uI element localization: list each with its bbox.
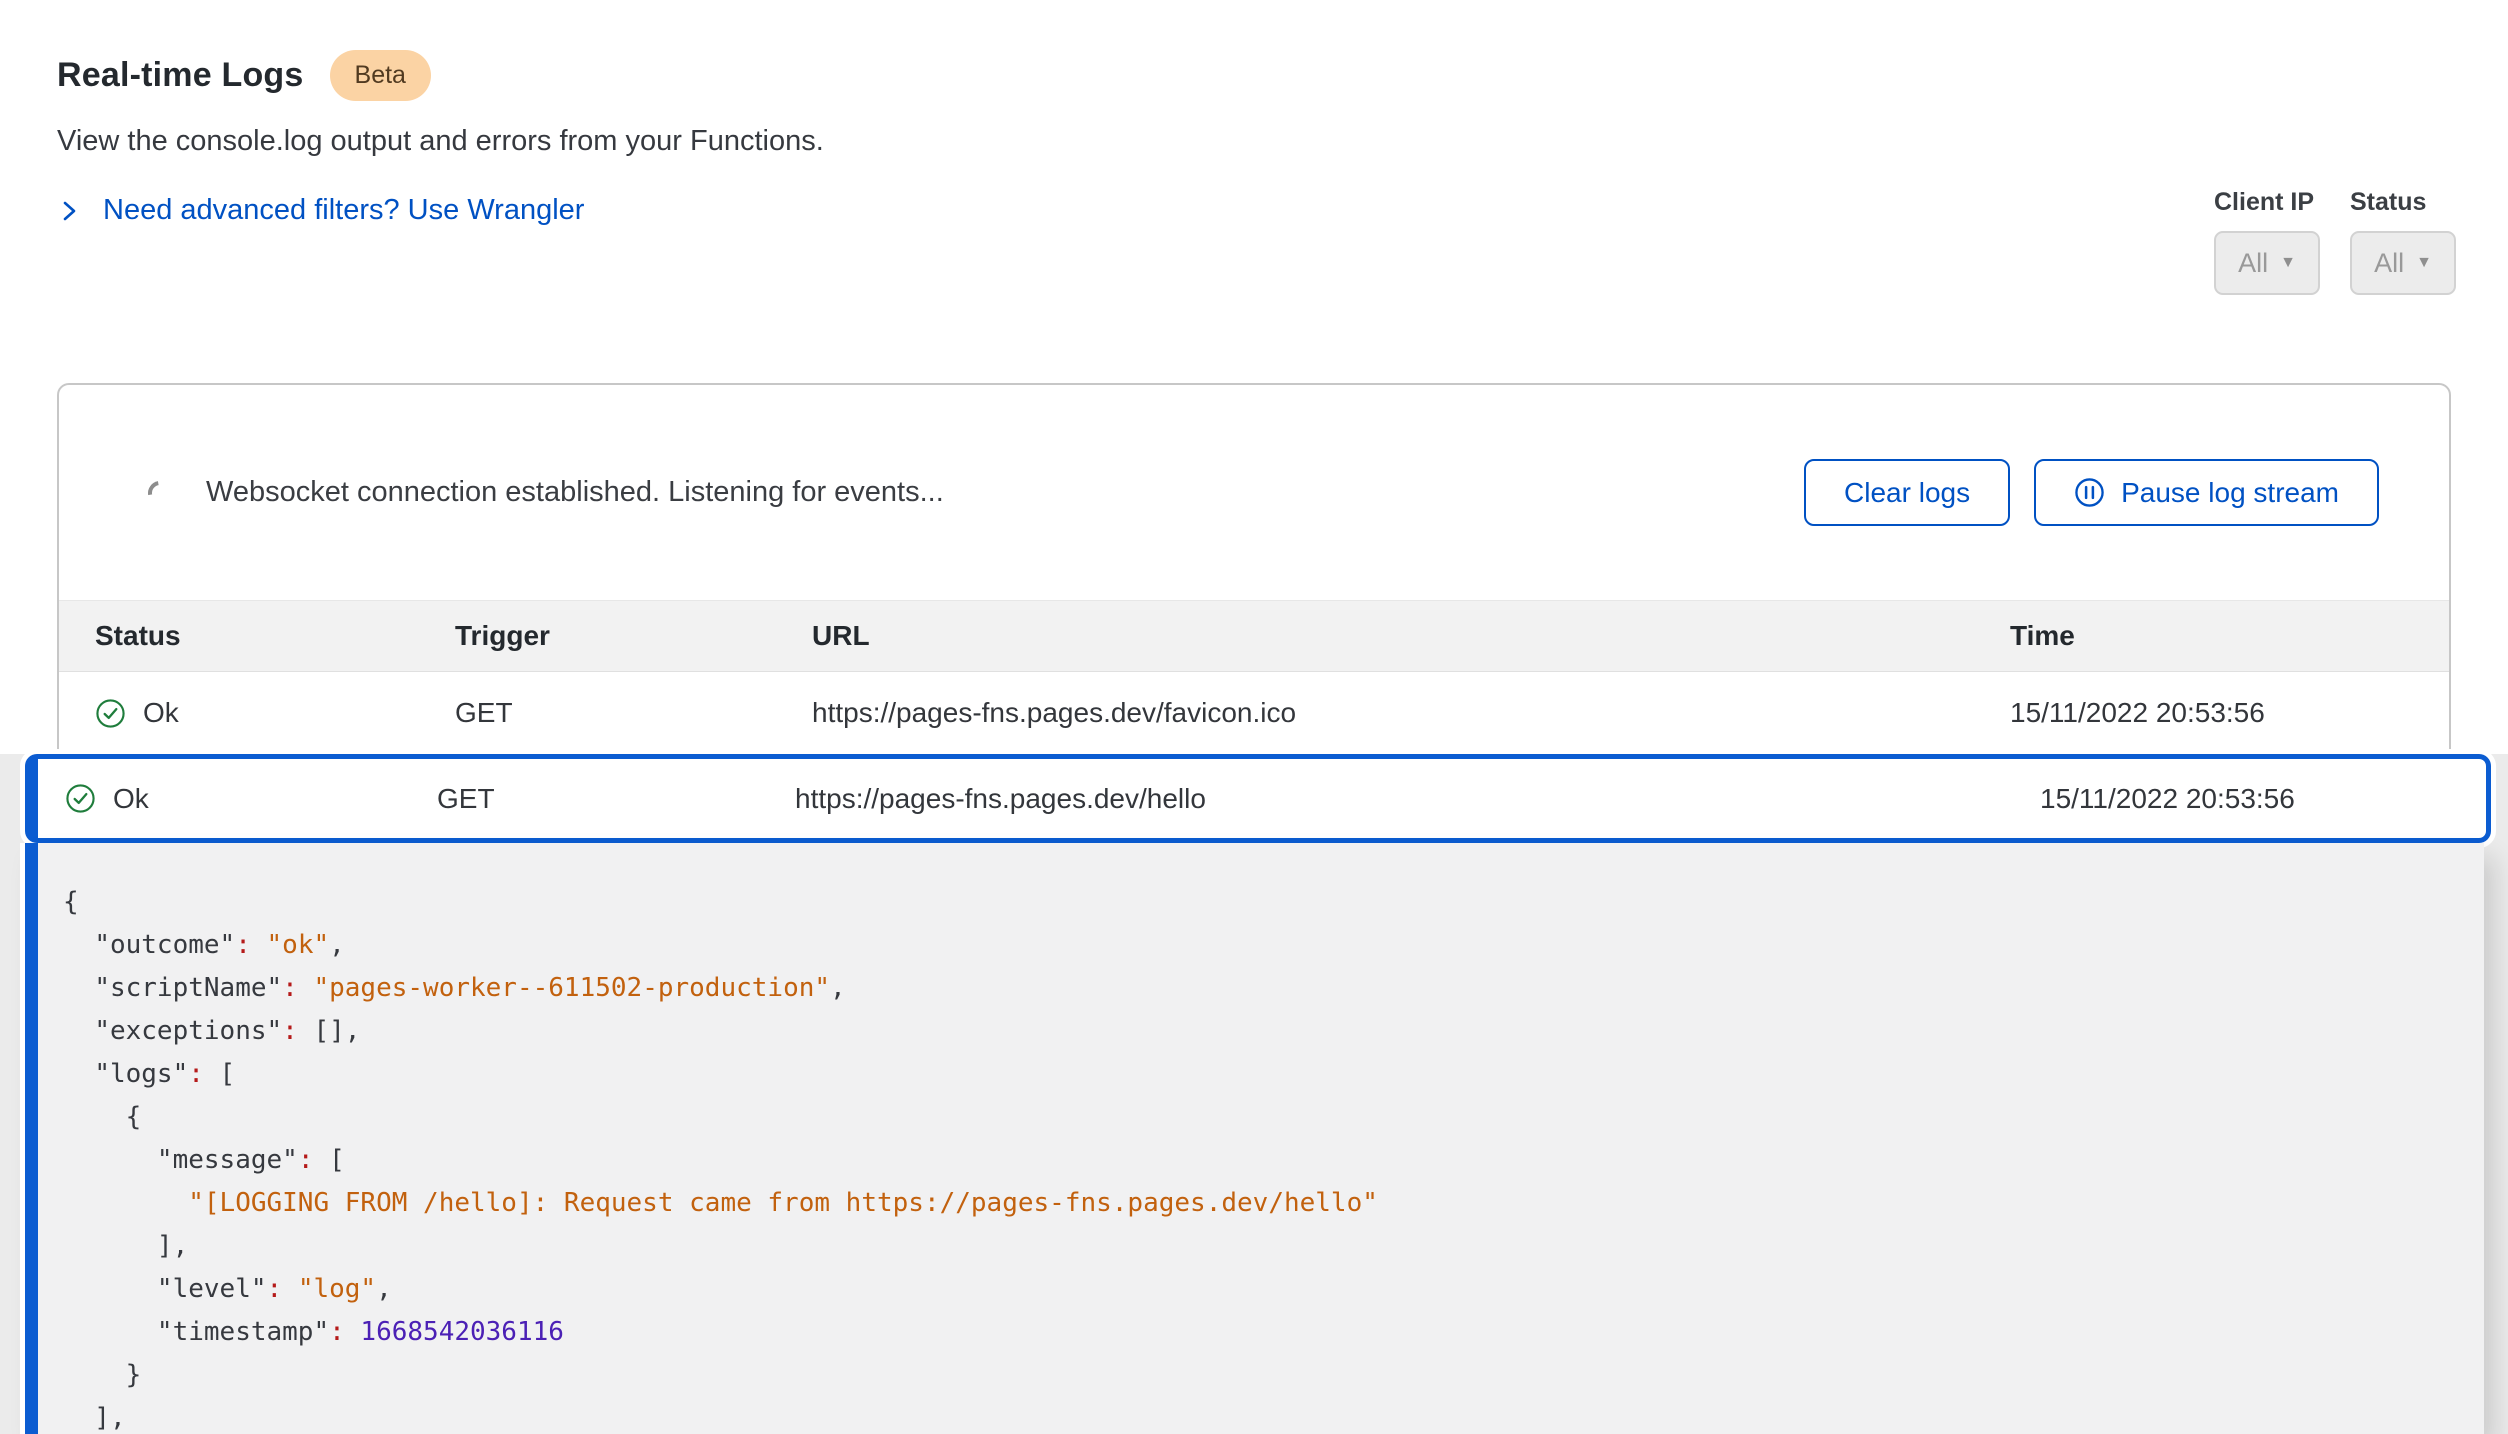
client-ip-value: All [2238, 248, 2268, 279]
row-url: https://pages-fns.pages.dev/hello [795, 783, 2040, 815]
websocket-status-message: Websocket connection established. Listen… [206, 476, 944, 509]
page-title: Real-time Logs [57, 56, 304, 95]
column-header-status: Status [95, 620, 455, 652]
row-status: Ok [143, 697, 179, 729]
page-header: Real-time Logs Beta View the console.log… [57, 50, 824, 227]
row-time: 15/11/2022 20:53:56 [2040, 783, 2486, 815]
log-table-header: Status Trigger URL Time [59, 600, 2449, 672]
chevron-down-icon: ▼ [2416, 254, 2432, 272]
beta-badge: Beta [330, 50, 431, 101]
column-header-trigger: Trigger [455, 620, 812, 652]
pause-log-stream-button[interactable]: Pause log stream [2034, 459, 2379, 526]
wrangler-link[interactable]: Need advanced filters? Use Wrangler [103, 194, 584, 227]
pause-icon [2074, 477, 2105, 508]
table-row-selected[interactable]: Ok GET https://pages-fns.pages.dev/hello… [25, 754, 2491, 843]
clear-logs-label: Clear logs [1844, 477, 1970, 509]
status-select[interactable]: All ▼ [2350, 231, 2456, 295]
status-label: Status [2350, 188, 2426, 217]
chevron-down-icon: ▼ [2280, 254, 2296, 272]
table-row[interactable]: Ok GET https://pages-fns.pages.dev/favic… [59, 672, 2449, 754]
row-status: Ok [113, 783, 149, 815]
row-trigger: GET [437, 783, 795, 815]
status-value: All [2374, 248, 2404, 279]
filter-client-ip: Client IP All ▼ [2214, 188, 2320, 295]
spinner-icon [143, 476, 176, 509]
log-detail-panel: { "outcome": "ok", "scriptName": "pages-… [25, 843, 2484, 1434]
pause-log-stream-label: Pause log stream [2121, 477, 2339, 509]
client-ip-select[interactable]: All ▼ [2214, 231, 2320, 295]
websocket-status-row: Websocket connection established. Listen… [59, 385, 2449, 600]
row-time: 15/11/2022 20:53:56 [2010, 697, 2449, 729]
expanded-log-entry: Ok GET https://pages-fns.pages.dev/hello… [25, 754, 2491, 1434]
column-header-time: Time [2010, 620, 2449, 652]
log-json: { "outcome": "ok", "scriptName": "pages-… [63, 881, 2444, 1434]
clear-logs-button[interactable]: Clear logs [1804, 459, 2010, 526]
filter-status: Status All ▼ [2350, 188, 2456, 295]
wrangler-link-row[interactable]: Need advanced filters? Use Wrangler [57, 194, 824, 227]
chevron-right-icon [57, 199, 81, 223]
check-circle-icon [95, 698, 126, 729]
page-subtitle: View the console.log output and errors f… [57, 125, 824, 158]
filters: Client IP All ▼ Status All ▼ [2214, 188, 2456, 295]
client-ip-label: Client IP [2214, 188, 2314, 217]
check-circle-icon [65, 783, 96, 814]
column-header-url: URL [812, 620, 2010, 652]
row-trigger: GET [455, 697, 812, 729]
row-url: https://pages-fns.pages.dev/favicon.ico [812, 697, 2010, 729]
